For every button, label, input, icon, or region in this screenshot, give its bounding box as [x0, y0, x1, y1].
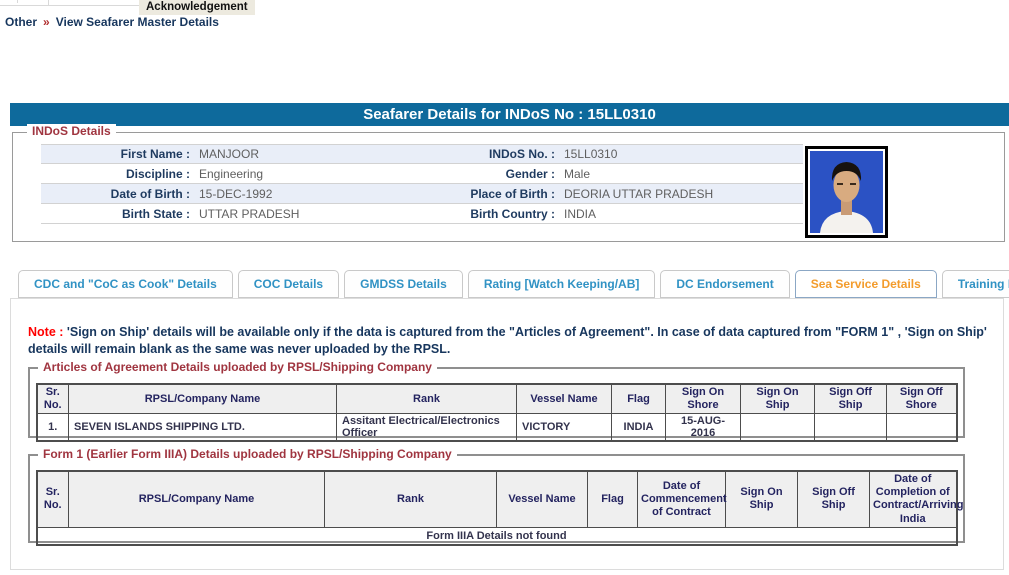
seafarer-photo [805, 146, 888, 238]
indos-row: Discipline : Engineering Gender : Male [41, 164, 803, 184]
page-title: Seafarer Details for INDoS No : 15LL0310 [10, 103, 1009, 126]
discipline-value: Engineering [199, 167, 424, 181]
dob-label: Date of Birth : [41, 187, 199, 201]
col-sign-off-ship: Sign Off Ship [798, 471, 870, 527]
articles-data-row: 1. SEVEN ISLANDS SHIPPING LTD. Assitant … [37, 414, 957, 442]
col-sr-no: Sr. No. [37, 471, 69, 527]
tab-training-details[interactable]: Training Details [942, 270, 1009, 298]
col-flag: Flag [588, 471, 638, 527]
cell-vessel: VICTORY [517, 414, 612, 442]
cell-sign-off-ship [815, 414, 887, 442]
form1-legend: Form 1 (Earlier Form IIIA) Details uploa… [38, 447, 457, 461]
col-date-completion: Date of Completion of Contract/Arriving … [870, 471, 957, 527]
birth-country-label: Birth Country : [424, 207, 564, 221]
col-company: RPSL/Company Name [69, 384, 337, 414]
note-body: 'Sign on Ship' details will be available… [28, 325, 987, 356]
place-of-birth-value: DEORIA UTTAR PRADESH [564, 187, 803, 201]
birth-state-value: UTTAR PRADESH [199, 207, 424, 221]
indos-row: Birth State : UTTAR PRADESH Birth Countr… [41, 204, 803, 224]
dob-value: 15-DEC-1992 [199, 187, 424, 201]
form1-fieldset: Form 1 (Earlier Form IIIA) Details uploa… [28, 454, 965, 543]
tab-rating-watch-keeping[interactable]: Rating [Watch Keeping/AB] [468, 270, 656, 298]
first-name-label: First Name : [41, 147, 199, 161]
articles-table: Sr. No. RPSL/Company Name Rank Vessel Na… [36, 383, 958, 442]
articles-legend: Articles of Agreement Details uploaded b… [38, 360, 437, 374]
tab-gmdss-details[interactable]: GMDSS Details [344, 270, 463, 298]
indos-row: Date of Birth : 15-DEC-1992 Place of Bir… [41, 184, 803, 204]
note-text: Note : 'Sign on Ship' details will be av… [28, 324, 990, 359]
cell-company: SEVEN ISLANDS SHIPPING LTD. [69, 414, 337, 442]
col-sign-on-ship: Sign On Ship [726, 471, 798, 527]
menu-item-acknowledgement[interactable]: Acknowledgement [139, 0, 255, 15]
indos-details-legend: INDoS Details [27, 124, 116, 138]
menu-border-remnant [48, 0, 49, 5]
col-sign-on-ship: Sign On Ship [741, 384, 815, 414]
note-prefix: Note : [28, 325, 67, 339]
breadcrumb-section[interactable]: Other [5, 15, 37, 29]
menu-border-remnant [17, 0, 18, 3]
cell-sign-on-shore: 15-AUG-2016 [666, 414, 741, 442]
birth-state-label: Birth State : [41, 207, 199, 221]
form1-empty-row: Form IIIA Details not found [37, 527, 957, 545]
tab-bar: CDC and "CoC as Cook" Details COC Detail… [18, 270, 1009, 298]
col-sign-on-shore: Sign On Shore [666, 384, 741, 414]
cell-sign-on-ship [741, 414, 815, 442]
birth-country-value: INDIA [564, 207, 803, 221]
indos-details-grid: First Name : MANJOOR INDoS No. : 15LL031… [41, 144, 803, 224]
form1-table: Sr. No. RPSL/Company Name Rank Vessel Na… [36, 470, 958, 546]
col-sign-off-ship: Sign Off Ship [815, 384, 887, 414]
cell-sr-no: 1. [37, 414, 69, 442]
cell-flag: INDIA [612, 414, 666, 442]
seafarer-photo-image [810, 151, 883, 233]
form1-empty-message: Form IIIA Details not found [37, 527, 957, 545]
indos-no-value: 15LL0310 [564, 147, 803, 161]
col-rank: Rank [337, 384, 517, 414]
col-company: RPSL/Company Name [69, 471, 325, 527]
tab-dc-endorsement[interactable]: DC Endorsement [660, 270, 789, 298]
gender-value: Male [564, 167, 803, 181]
discipline-label: Discipline : [41, 167, 199, 181]
col-sign-off-shore: Sign Off Shore [887, 384, 957, 414]
cell-rank: Assitant Electrical/Electronics Officer [337, 414, 517, 442]
tab-cdc-coc-cook[interactable]: CDC and "CoC as Cook" Details [18, 270, 233, 298]
col-rank: Rank [325, 471, 497, 527]
col-vessel: Vessel Name [497, 471, 588, 527]
tab-coc-details[interactable]: COC Details [238, 270, 339, 298]
gender-label: Gender : [424, 167, 564, 181]
col-vessel: Vessel Name [517, 384, 612, 414]
form1-header-row: Sr. No. RPSL/Company Name Rank Vessel Na… [37, 471, 957, 527]
breadcrumb: Other»View Seafarer Master Details [5, 15, 219, 29]
col-date-commencement: Date of Commencement of Contract [638, 471, 726, 527]
first-name-value: MANJOOR [199, 147, 424, 161]
menu-border-remnant [0, 5, 139, 6]
col-flag: Flag [612, 384, 666, 414]
cell-sign-off-shore [887, 414, 957, 442]
articles-header-row: Sr. No. RPSL/Company Name Rank Vessel Na… [37, 384, 957, 414]
place-of-birth-label: Place of Birth : [424, 187, 564, 201]
articles-fieldset: Articles of Agreement Details uploaded b… [28, 367, 965, 438]
breadcrumb-page: View Seafarer Master Details [56, 15, 219, 29]
indos-row: First Name : MANJOOR INDoS No. : 15LL031… [41, 144, 803, 164]
page-root: Acknowledgement Other»View Seafarer Mast… [0, 0, 1009, 575]
breadcrumb-separator: » [37, 15, 56, 29]
indos-no-label: INDoS No. : [424, 147, 564, 161]
tab-sea-service-details[interactable]: Sea Service Details [795, 270, 937, 298]
col-sr-no: Sr. No. [37, 384, 69, 414]
